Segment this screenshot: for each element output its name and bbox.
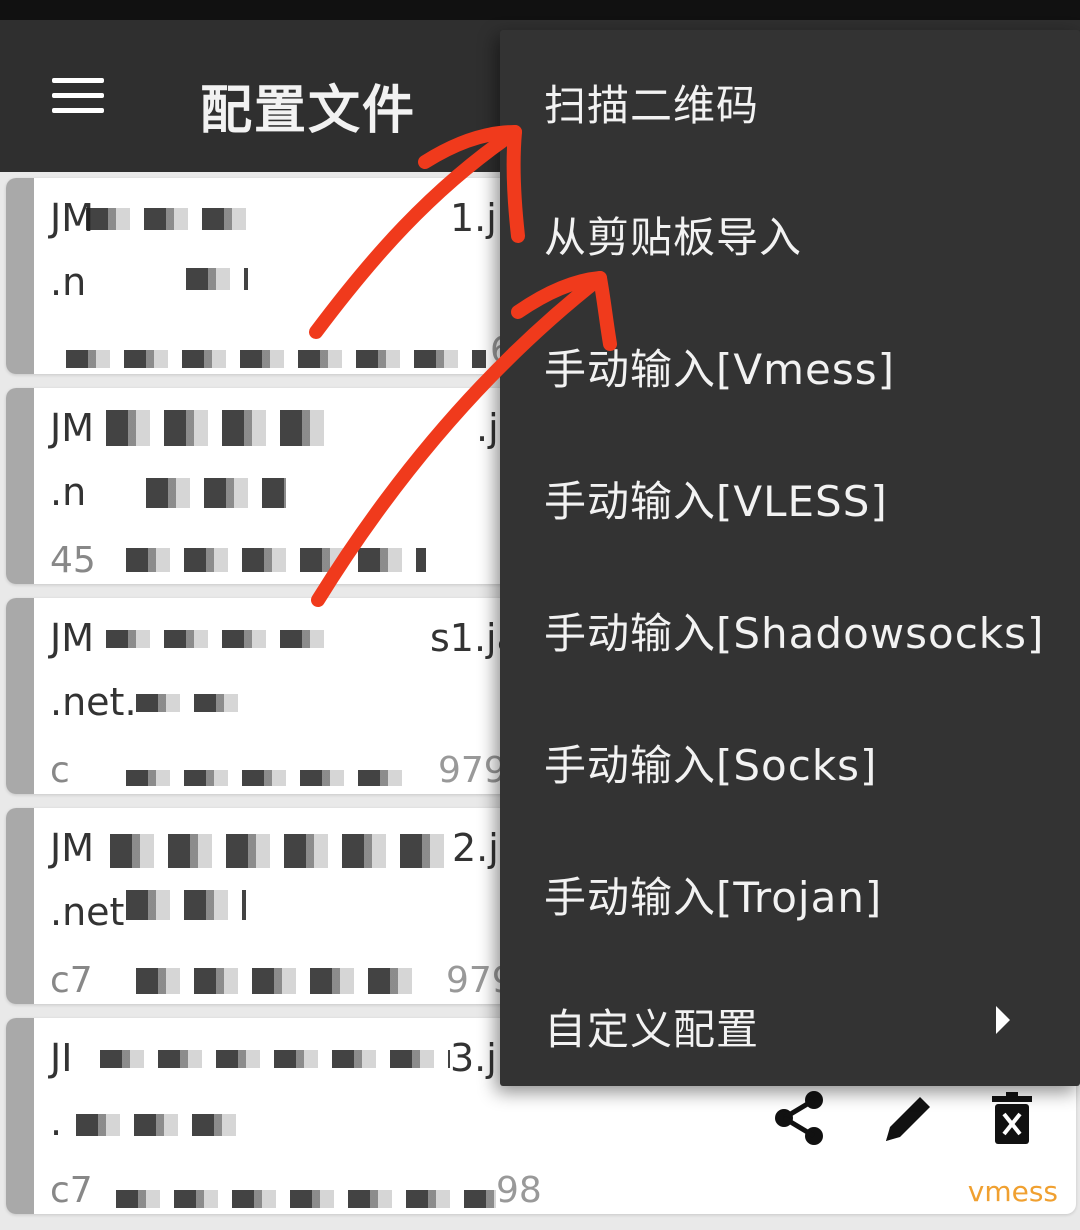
menu-item-manual-shadowsocks[interactable]: 手动输入[Shadowsocks]	[500, 558, 1080, 690]
redacted-block	[106, 410, 326, 446]
hamburger-menu-icon[interactable]	[52, 78, 104, 114]
redacted-block	[186, 268, 248, 290]
profile-detail: c7	[50, 960, 93, 1001]
card-selection-stripe	[6, 598, 34, 794]
redacted-block	[100, 1050, 450, 1068]
share-icon[interactable]	[772, 1090, 826, 1146]
add-config-menu: 扫描二维码 从剪贴板导入 手动输入[Vmess] 手动输入[VLESS] 手动输…	[500, 30, 1080, 1086]
profile-address: .n	[50, 470, 87, 514]
card-actions	[772, 1090, 1032, 1146]
redacted-block	[126, 770, 406, 786]
menu-item-label: 手动输入[Shadowsocks]	[544, 609, 1045, 658]
redacted-block	[110, 834, 450, 868]
menu-item-label: 手动输入[Vmess]	[544, 345, 896, 394]
profile-port: 98	[496, 1170, 542, 1211]
trash-icon[interactable]	[992, 1092, 1032, 1144]
profile-name-suffix: .j	[476, 406, 499, 450]
profile-name-suffix: 1.j	[450, 196, 497, 240]
profile-detail: c7	[50, 1170, 93, 1211]
profile-port: 979	[438, 750, 507, 791]
menu-item-manual-trojan[interactable]: 手动输入[Trojan]	[500, 822, 1080, 954]
status-bar	[0, 0, 1080, 20]
redacted-block	[76, 1114, 246, 1136]
profile-name: JM	[50, 826, 94, 870]
card-selection-stripe	[6, 808, 34, 1004]
menu-item-label: 手动输入[Trojan]	[544, 873, 883, 922]
redacted-block	[136, 968, 426, 994]
menu-item-label: 手动输入[VLESS]	[544, 477, 888, 526]
redacted-block	[66, 350, 486, 368]
redacted-block	[126, 890, 246, 920]
profile-address: .net.	[50, 680, 137, 724]
redacted-block	[116, 1190, 496, 1208]
profile-name-suffix: 2.j	[452, 826, 499, 870]
menu-item-manual-vmess[interactable]: 手动输入[Vmess]	[500, 294, 1080, 426]
profile-detail: 45	[50, 540, 96, 581]
menu-item-manual-socks[interactable]: 手动输入[Socks]	[500, 690, 1080, 822]
card-selection-stripe	[6, 1018, 34, 1214]
profile-address: .n	[50, 260, 87, 304]
chevron-right-icon	[996, 1006, 1010, 1034]
menu-item-label: 手动输入[Socks]	[544, 741, 878, 790]
card-selection-stripe	[6, 388, 34, 584]
profile-address: .	[50, 1100, 63, 1144]
menu-item-label: 扫描二维码	[544, 81, 760, 130]
menu-item-import-clipboard[interactable]: 从剪贴板导入	[500, 162, 1080, 294]
profile-name: JM	[50, 406, 94, 450]
profile-detail: c	[50, 750, 70, 791]
redacted-block	[126, 548, 426, 572]
profile-name-suffix: 3.j	[450, 1036, 497, 1080]
card-selection-stripe	[6, 178, 34, 374]
profile-name: JI	[50, 1036, 73, 1080]
profile-address: .net	[50, 890, 125, 934]
page-title: 配置文件	[200, 81, 417, 141]
menu-item-label: 自定义配置	[544, 1005, 760, 1054]
redacted-block	[146, 478, 286, 508]
profile-name: JM	[50, 616, 94, 660]
redacted-block	[106, 630, 336, 648]
menu-item-scan-qr[interactable]: 扫描二维码	[500, 30, 1080, 162]
menu-item-label: 从剪贴板导入	[544, 213, 803, 262]
menu-item-custom-config[interactable]: 自定义配置	[500, 954, 1080, 1086]
redacted-block	[136, 694, 246, 712]
pencil-icon[interactable]	[882, 1091, 936, 1145]
menu-item-manual-vless[interactable]: 手动输入[VLESS]	[500, 426, 1080, 558]
redacted-block	[86, 208, 246, 230]
protocol-type-label: vmess	[967, 1175, 1058, 1208]
